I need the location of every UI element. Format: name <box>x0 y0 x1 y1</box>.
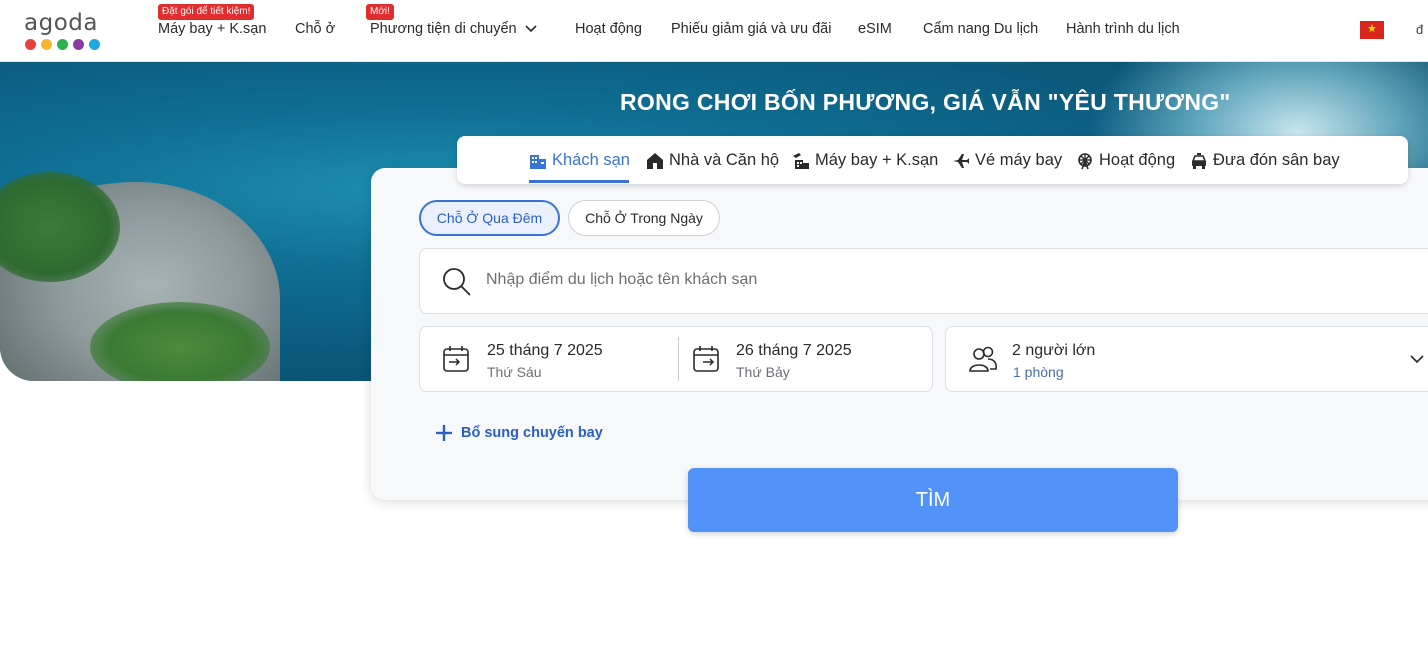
active-tab-indicator <box>529 180 629 183</box>
logo-dot-purple <box>73 39 84 50</box>
tab-flight-hotel[interactable]: Máy bay + K.sạn <box>792 151 938 170</box>
destination-input[interactable] <box>486 271 1186 289</box>
nav-item-trips[interactable]: Hành trình du lịch <box>1066 21 1180 37</box>
nav-item-transport-label: Phương tiện di chuyển <box>370 21 517 37</box>
nav-item-deals[interactable]: Phiếu giảm giá và ưu đãi <box>671 21 831 37</box>
checkout-weekday: Thứ Bảy <box>736 364 790 380</box>
flight-hotel-icon <box>793 152 809 169</box>
tab-activities[interactable]: Hoạt động <box>1076 151 1175 170</box>
checkin-weekday: Thứ Sáu <box>487 364 542 380</box>
tab-homes-label: Nhà và Căn hộ <box>669 151 780 169</box>
tab-airport-transfer-label: Đưa đón sân bay <box>1213 151 1340 169</box>
nav-item-transport[interactable]: Phương tiện di chuyển <box>370 21 537 37</box>
hotel-icon <box>530 154 546 169</box>
nav-badge-new: Mới! <box>366 4 394 20</box>
date-picker: 25 tháng 7 2025 Thứ Sáu 26 tháng 7 2025 … <box>419 326 933 392</box>
nav-item-esim[interactable]: eSIM <box>858 21 892 37</box>
logo-dot-red <box>25 39 36 50</box>
search-button[interactable]: TÌM <box>688 468 1178 532</box>
logo-dot-blue <box>89 39 100 50</box>
checkout-date-field[interactable]: 26 tháng 7 2025 Thứ Bảy <box>679 327 933 391</box>
calendar-checkin-icon <box>443 346 469 372</box>
tab-flights-label: Vé máy bay <box>975 151 1063 169</box>
adults-count: 2 người lớn <box>1012 342 1096 359</box>
car-icon <box>1191 152 1207 169</box>
tab-homes[interactable]: Nhà và Căn hộ <box>646 151 779 170</box>
chevron-down-icon <box>525 25 537 33</box>
checkin-date: 25 tháng 7 2025 <box>487 342 603 359</box>
add-flight-label: Bổ sung chuyến bay <box>461 425 603 441</box>
top-header: agoda Đặt gói để tiết kiệm! Máy bay + K.… <box>0 0 1428 62</box>
tab-flight-hotel-label: Máy bay + K.sạn <box>815 151 939 169</box>
destination-search-box[interactable] <box>419 248 1428 314</box>
checkin-date-field[interactable]: 25 tháng 7 2025 Thứ Sáu <box>420 327 678 391</box>
flag-star-icon: ★ <box>1367 23 1377 35</box>
hero-title: RONG CHƠI BỐN PHƯƠNG, GIÁ VẪN "YÊU THƯƠN… <box>620 89 1231 115</box>
logo-text: agoda <box>24 10 98 36</box>
tab-hotels[interactable]: Khách sạn <box>529 151 630 170</box>
vietnam-flag-icon[interactable]: ★ <box>1360 21 1384 39</box>
tab-activities-label: Hoạt động <box>1099 151 1176 169</box>
product-tabs: Khách sạn Nhà và Căn hộ Máy bay + K.sạn … <box>457 136 1408 184</box>
logo-dots <box>25 39 100 50</box>
nav-item-travel-guide[interactable]: Cẩm nang Du lịch <box>923 21 1038 37</box>
nav-badge-save: Đặt gói để tiết kiệm! <box>158 4 255 20</box>
tab-flights[interactable]: Vé máy bay <box>952 151 1062 170</box>
ferris-wheel-icon <box>1078 152 1092 169</box>
nav-item-accommodation[interactable]: Chỗ ở <box>295 21 335 37</box>
checkout-date: 26 tháng 7 2025 <box>736 342 852 359</box>
day-use-stay-toggle[interactable]: Chỗ Ở Trong Ngày <box>568 200 720 236</box>
rooms-count: 1 phòng <box>1013 364 1064 380</box>
tab-hotels-label: Khách sạn <box>552 151 630 169</box>
guests-rooms-selector[interactable]: 2 người lớn 1 phòng <box>945 326 1428 392</box>
tab-airport-transfer[interactable]: Đưa đón sân bay <box>1190 151 1340 170</box>
calendar-checkout-icon <box>693 346 719 372</box>
logo-dot-green <box>57 39 68 50</box>
chevron-down-icon <box>1410 355 1424 364</box>
logo-dot-yellow <box>41 39 52 50</box>
overnight-stay-toggle[interactable]: Chỗ Ở Qua Đêm <box>419 200 560 236</box>
agoda-logo[interactable]: agoda <box>24 10 100 54</box>
people-icon <box>969 346 997 372</box>
plane-icon <box>953 153 969 168</box>
search-icon <box>443 268 471 296</box>
nav-item-activities[interactable]: Hoạt động <box>575 21 642 37</box>
nav-item-flight-hotel[interactable]: Máy bay + K.sạn <box>158 21 266 37</box>
house-icon <box>647 152 663 169</box>
plus-icon <box>436 425 452 441</box>
add-flight-link[interactable]: Bổ sung chuyến bay <box>435 424 603 442</box>
currency-selector[interactable]: đ <box>1416 22 1423 37</box>
